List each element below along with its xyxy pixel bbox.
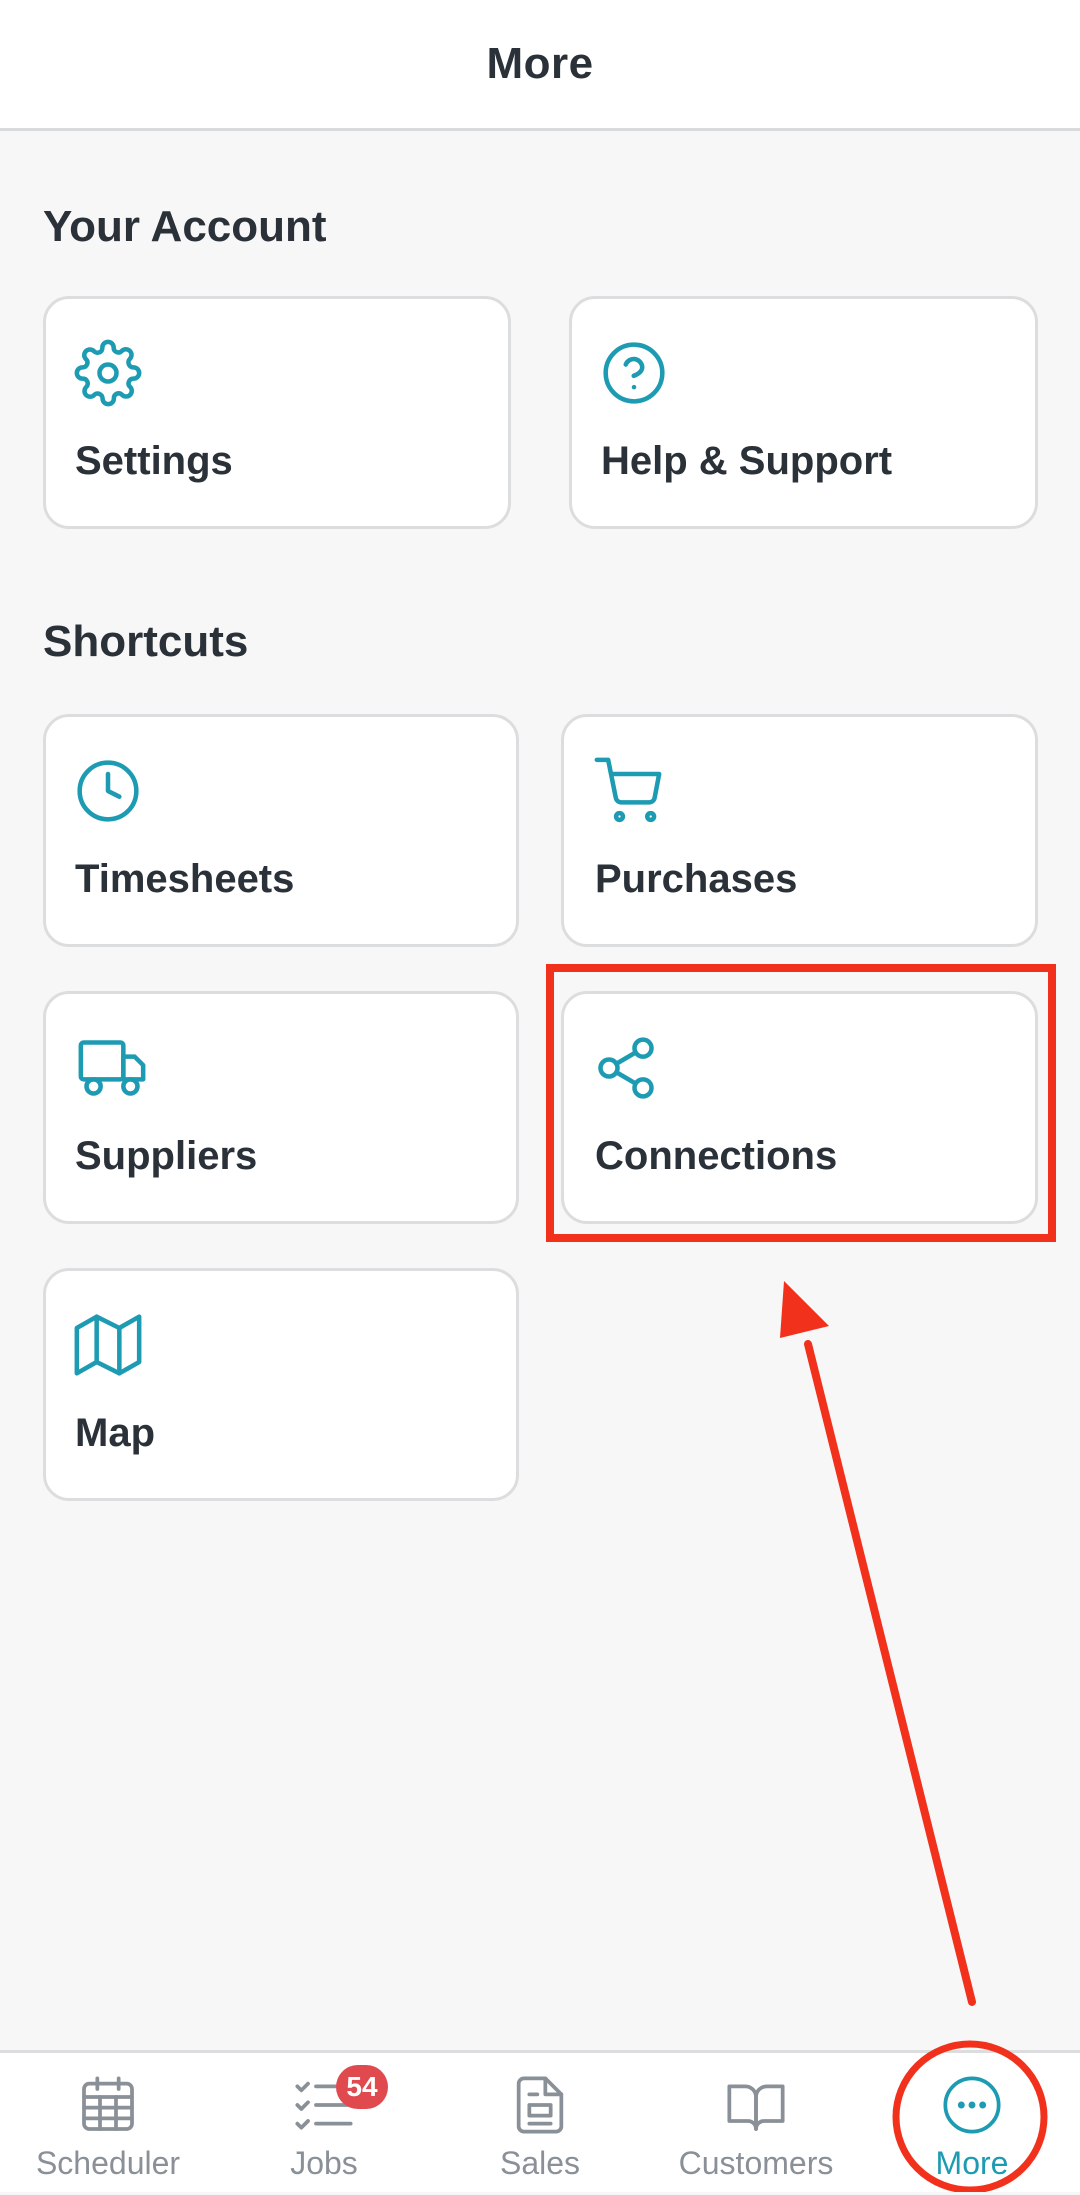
gear-icon bbox=[74, 339, 142, 407]
tab-scheduler-label: Scheduler bbox=[35, 2145, 181, 2181]
jobs-count-badge: 54 bbox=[336, 2065, 388, 2109]
timesheets-card[interactable]: Timesheets bbox=[43, 714, 519, 947]
tab-jobs[interactable]: 54 Jobs bbox=[216, 2053, 432, 2195]
map-icon bbox=[74, 1311, 142, 1379]
question-circle-icon bbox=[600, 339, 668, 407]
tab-customers[interactable]: Customers bbox=[648, 2053, 864, 2195]
map-card[interactable]: Map bbox=[43, 1268, 519, 1501]
shopping-cart-icon bbox=[594, 757, 662, 825]
settings-label: Settings bbox=[75, 439, 233, 483]
annotation-arrow-line bbox=[804, 1340, 976, 2006]
book-icon bbox=[724, 2073, 788, 2137]
purchases-label: Purchases bbox=[595, 857, 798, 901]
bottom-tab-bar: Scheduler 54 Jobs Sales Customers More bbox=[0, 2050, 1080, 2192]
top-header: More bbox=[0, 0, 1080, 131]
section-title-your-account: Your Account bbox=[43, 202, 327, 251]
suppliers-label: Suppliers bbox=[75, 1134, 258, 1178]
page-title: More bbox=[486, 39, 594, 88]
tab-scheduler[interactable]: Scheduler bbox=[0, 2053, 216, 2195]
tab-sales-label: Sales bbox=[499, 2145, 581, 2181]
calendar-icon bbox=[76, 2073, 140, 2137]
tab-sales[interactable]: Sales bbox=[432, 2053, 648, 2195]
section-title-shortcuts: Shortcuts bbox=[43, 617, 249, 666]
tab-jobs-label: Jobs bbox=[290, 2145, 358, 2181]
share-icon bbox=[592, 1034, 660, 1102]
help-support-card[interactable]: Help & Support bbox=[569, 296, 1038, 529]
purchases-card[interactable]: Purchases bbox=[561, 714, 1038, 947]
annotation-arrowhead bbox=[780, 1281, 829, 1338]
suppliers-card[interactable]: Suppliers bbox=[43, 991, 519, 1224]
help-support-label: Help & Support bbox=[601, 439, 893, 483]
tab-more-label: More bbox=[935, 2145, 1009, 2181]
timesheets-label: Timesheets bbox=[75, 857, 295, 901]
settings-card[interactable]: Settings bbox=[43, 296, 511, 529]
document-icon bbox=[508, 2073, 572, 2137]
connections-card[interactable]: Connections bbox=[561, 991, 1038, 1224]
map-label: Map bbox=[75, 1411, 155, 1455]
tab-customers-label: Customers bbox=[678, 2145, 834, 2181]
tab-more[interactable]: More bbox=[864, 2053, 1080, 2195]
more-dots-icon bbox=[940, 2073, 1004, 2137]
connections-label: Connections bbox=[595, 1134, 838, 1178]
clock-icon bbox=[74, 757, 142, 825]
truck-icon bbox=[74, 1034, 150, 1102]
